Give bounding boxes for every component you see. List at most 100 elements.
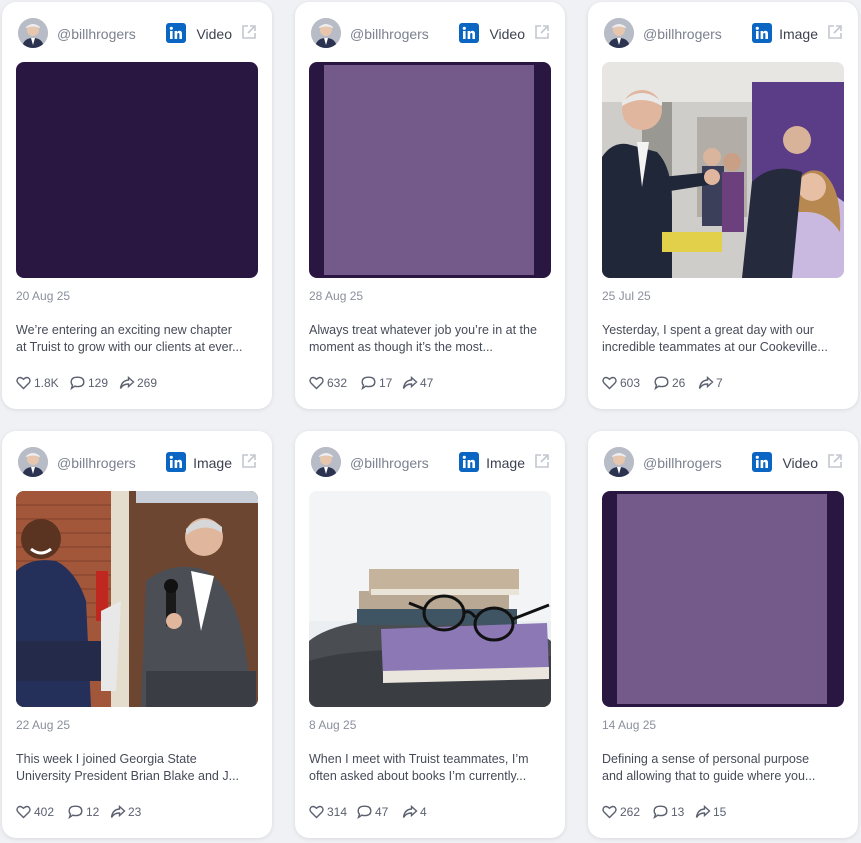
post-text[interactable]: Defining a sense of personal purpose and… [602, 751, 842, 785]
heart-icon [16, 376, 31, 390]
post-text[interactable]: Yesterday, I spent a great day with our … [602, 322, 842, 356]
avatar[interactable] [18, 18, 48, 48]
likes-count: 262 [620, 805, 641, 819]
linkedin-icon [752, 452, 772, 472]
post-card[interactable]: @billhrogers Video 20 Aug 25 We’re enter… [2, 2, 272, 409]
comments-count: 47 [375, 805, 389, 819]
linkedin-icon [166, 23, 186, 43]
video-thumbnail[interactable] [16, 62, 258, 278]
video-thumbnail[interactable] [602, 491, 844, 707]
likes-count: 314 [327, 805, 348, 819]
linkedin-icon [752, 23, 772, 43]
post-header: @billhrogers Image [18, 447, 258, 479]
post-header: @billhrogers Video [311, 18, 551, 50]
linkedin-icon [459, 452, 479, 472]
media-type-label: Image [193, 455, 232, 471]
post-text-line: often asked about books I’m currently... [309, 769, 527, 783]
post-header: @billhrogers Image [311, 447, 551, 479]
post-date: 22 Aug 25 [16, 718, 71, 732]
video-thumbnail[interactable] [309, 62, 551, 278]
comment-icon [654, 376, 669, 390]
post-text[interactable]: We’re entering an exciting new chapter a… [16, 322, 256, 356]
post-date: 8 Aug 25 [309, 718, 357, 732]
post-image[interactable] [602, 62, 844, 278]
external-link-icon[interactable] [826, 23, 844, 41]
post-text-line: University President Brian Blake and J..… [16, 769, 240, 783]
post-text-line: and allowing that to guide where you... [602, 769, 816, 783]
external-link-icon[interactable] [533, 452, 551, 470]
post-text-line: Always treat whatever job you’re in at t… [309, 323, 537, 337]
post-card[interactable]: @billhrogers Video 14 Aug 25 Defining a … [588, 431, 858, 838]
heart-icon [602, 805, 617, 819]
comment-icon [68, 805, 83, 819]
comments-count: 12 [86, 805, 100, 819]
comment-icon [357, 805, 372, 819]
shares-count: 15 [713, 805, 727, 819]
external-link-icon[interactable] [240, 452, 258, 470]
heart-icon [309, 376, 324, 390]
shares-count: 269 [137, 376, 158, 390]
post-card[interactable]: @billhrogers Image [588, 2, 858, 409]
comments-count: 26 [672, 376, 686, 390]
heart-icon [309, 805, 324, 819]
author-handle[interactable]: @billhrogers [57, 455, 136, 471]
share-icon [402, 376, 418, 389]
comments-count: 17 [379, 376, 393, 390]
post-image[interactable] [309, 491, 551, 707]
external-link-icon[interactable] [240, 23, 258, 41]
avatar[interactable] [311, 18, 341, 48]
avatar[interactable] [18, 447, 48, 477]
author-handle[interactable]: @billhrogers [350, 26, 429, 42]
likes-count: 603 [620, 376, 641, 390]
comment-icon [653, 805, 668, 819]
shares-count: 4 [420, 805, 427, 819]
post-text-line: When I meet with Truist teammates, I’m [309, 752, 529, 766]
post-card[interactable]: @billhrogers Image [295, 431, 565, 838]
comments-count: 13 [671, 805, 685, 819]
author-handle[interactable]: @billhrogers [643, 26, 722, 42]
post-image[interactable] [16, 491, 258, 707]
media-type-label: Video [489, 26, 525, 42]
post-text[interactable]: When I meet with Truist teammates, I’m o… [309, 751, 549, 785]
post-text-line: This week I joined Georgia State [16, 752, 197, 766]
share-icon [110, 805, 126, 818]
comment-icon [70, 376, 85, 390]
heart-icon [16, 805, 31, 819]
media-type-label: Image [486, 455, 525, 471]
author-handle[interactable]: @billhrogers [57, 26, 136, 42]
external-link-icon[interactable] [533, 23, 551, 41]
post-date: 25 Jul 25 [602, 289, 651, 303]
post-header: @billhrogers Image [604, 18, 844, 50]
avatar[interactable] [604, 447, 634, 477]
avatar[interactable] [311, 447, 341, 477]
video-frame [617, 494, 827, 704]
author-handle[interactable]: @billhrogers [350, 455, 429, 471]
post-text-line: at Truist to grow with our clients at ev… [16, 340, 243, 354]
likes-count: 632 [327, 376, 348, 390]
linkedin-icon [166, 452, 186, 472]
post-text-line: moment as though it’s the most... [309, 340, 493, 354]
post-date: 14 Aug 25 [602, 718, 657, 732]
post-text-line: Defining a sense of personal purpose [602, 752, 810, 766]
post-text-line: We’re entering an exciting new chapter [16, 323, 232, 337]
avatar[interactable] [604, 18, 634, 48]
comments-count: 129 [88, 376, 109, 390]
post-card[interactable]: @billhrogers Video 28 Aug 25 Always trea… [295, 2, 565, 409]
post-header: @billhrogers Video [18, 18, 258, 50]
post-text[interactable]: This week I joined Georgia State Univers… [16, 751, 256, 785]
share-icon [402, 805, 418, 818]
likes-count: 402 [34, 805, 55, 819]
post-card[interactable]: @billhrogers Image [2, 431, 272, 838]
share-icon [119, 376, 135, 389]
linkedin-icon [459, 23, 479, 43]
media-type-label: Image [779, 26, 818, 42]
post-text-line: incredible teammates at our Cookeville..… [602, 340, 828, 354]
shares-count: 23 [128, 805, 142, 819]
author-handle[interactable]: @billhrogers [643, 455, 722, 471]
share-icon [698, 376, 714, 389]
post-text[interactable]: Always treat whatever job you’re in at t… [309, 322, 549, 356]
media-type-label: Video [196, 26, 232, 42]
external-link-icon[interactable] [826, 452, 844, 470]
post-date: 28 Aug 25 [309, 289, 364, 303]
shares-count: 47 [420, 376, 434, 390]
